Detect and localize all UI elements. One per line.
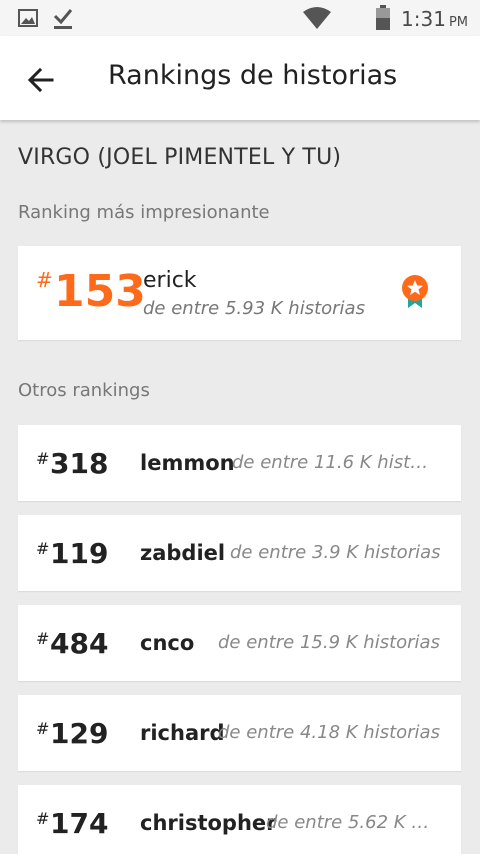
- rank-hash: #: [36, 539, 50, 558]
- image-icon: [18, 9, 38, 27]
- rank-hash: #: [36, 629, 50, 648]
- best-ranking-card[interactable]: # 153 erick de entre 5.93 K historias: [18, 246, 461, 340]
- rank-subtitle: de entre 5.93 K historias: [143, 298, 365, 319]
- rank-subtitle: de entre 3.9 K historias: [230, 542, 441, 563]
- rankings-content: VIRGO (JOEL PIMENTEL Y TU) Ranking más i…: [0, 120, 480, 854]
- rank-number: 174: [50, 807, 109, 840]
- back-button[interactable]: [22, 60, 62, 100]
- rank-hash: #: [36, 719, 50, 738]
- status-bar: 1:31 PM: [0, 0, 480, 36]
- ranking-row[interactable]: # 119 zabdiel de entre 3.9 K historias: [18, 515, 461, 591]
- arrow-left-icon: [27, 67, 54, 93]
- battery-icon: [376, 5, 390, 30]
- rank-hash: #: [36, 449, 50, 468]
- rank-subtitle: de entre 11.6 K histor…: [232, 452, 432, 473]
- rank-number: 119: [50, 537, 109, 570]
- page-title: Rankings de historias: [108, 60, 398, 91]
- rank-tag: richard: [140, 721, 225, 745]
- rank-tag: erick: [143, 268, 197, 293]
- status-time: 1:31 PM: [401, 7, 468, 31]
- rank-tag: zabdiel: [140, 541, 226, 565]
- wifi-icon: [303, 7, 331, 29]
- rank-hash: #: [36, 268, 53, 292]
- rank-tag: christopher: [140, 811, 277, 835]
- rank-number: 484: [50, 627, 109, 660]
- other-rankings-label: Otros rankings: [18, 380, 150, 401]
- story-title: VIRGO (JOEL PIMENTEL Y TU): [18, 145, 342, 170]
- rank-subtitle: de entre 5.62 K hi…: [266, 812, 436, 833]
- ranking-row[interactable]: # 318 lemmon de entre 11.6 K histor…: [18, 425, 461, 501]
- best-ranking-label: Ranking más impresionante: [18, 202, 270, 223]
- rank-number: 129: [50, 717, 109, 750]
- download-done-icon: [53, 9, 73, 29]
- ranking-row[interactable]: # 129 richard de entre 4.18 K historias: [18, 695, 461, 771]
- rank-hash: #: [36, 809, 50, 828]
- rank-number: 318: [50, 447, 109, 480]
- rank-subtitle: de entre 15.9 K historias: [218, 632, 440, 653]
- ranking-row[interactable]: # 174 christopher de entre 5.62 K hi…: [18, 785, 461, 854]
- ribbon-medal-icon: [402, 275, 428, 308]
- rank-tag: lemmon: [140, 451, 235, 475]
- rank-tag: cnco: [140, 631, 195, 655]
- app-bar: Rankings de historias: [0, 36, 480, 120]
- rank-subtitle: de entre 4.18 K historias: [218, 722, 440, 743]
- ranking-row[interactable]: # 484 cnco de entre 15.9 K historias: [18, 605, 461, 681]
- rank-number: 153: [54, 266, 146, 317]
